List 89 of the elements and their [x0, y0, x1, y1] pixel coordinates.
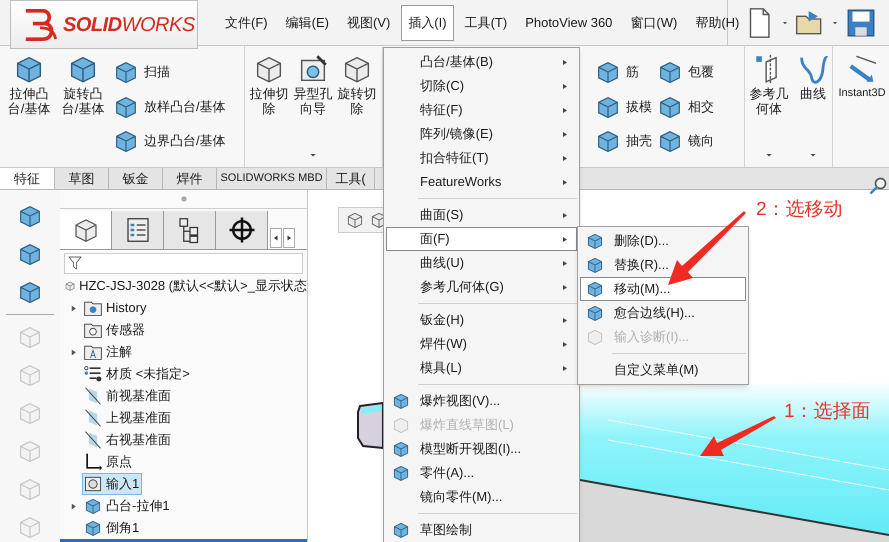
- tree-item[interactable]: 凸台-拉伸1: [82, 495, 173, 518]
- menu-item[interactable]: 移动(M)...: [580, 277, 746, 301]
- scroll-right-button[interactable]: [283, 228, 295, 248]
- menu-item[interactable]: 零件(A)...: [386, 461, 577, 485]
- ribbon-button[interactable]: 扫描: [112, 56, 226, 88]
- menu-item[interactable]: 曲面(S): [386, 203, 577, 227]
- ribbon-button[interactable]: 旋转切除: [337, 52, 377, 116]
- ribbon-button[interactable]: 参考几何体: [749, 52, 789, 116]
- tree-item[interactable]: 材质 <未指定>: [82, 363, 193, 386]
- menu-item[interactable]: 工具(T): [458, 4, 514, 40]
- tree-item[interactable]: 前视基准面: [82, 385, 174, 408]
- menu-item[interactable]: 自定义菜单(M): [580, 358, 746, 382]
- tree-item[interactable]: 输入1: [82, 473, 142, 496]
- ribbon-button[interactable]: 拉伸切除: [249, 52, 289, 116]
- ribbon-button[interactable]: 筋: [594, 56, 652, 88]
- menu-item[interactable]: 替换(R)...: [580, 253, 746, 277]
- magnifier-icon: [868, 176, 888, 196]
- ribbon-button[interactable]: Instant3D: [837, 52, 887, 101]
- block-icon: [83, 518, 103, 538]
- menu-item[interactable]: 帮助(H): [688, 4, 746, 40]
- menu-item[interactable]: 焊件(W): [386, 332, 577, 356]
- block-icon: [83, 496, 103, 516]
- tree-item[interactable]: 原点: [82, 451, 135, 474]
- ribbon-button[interactable]: 相交: [656, 90, 714, 122]
- menu-item[interactable]: 模型断开视图(I)...: [386, 437, 577, 461]
- tree-item[interactable]: History: [82, 297, 150, 320]
- right-triangle-icon: [286, 234, 292, 242]
- menu-item[interactable]: 草图绘制: [386, 518, 577, 542]
- expand-triangle-icon: [70, 304, 76, 313]
- plane-icon: [83, 430, 103, 450]
- panel-tab[interactable]: [216, 211, 268, 249]
- menu-item[interactable]: 愈合边线(H)...: [580, 301, 746, 325]
- menu-item[interactable]: 凸台/基体(B): [386, 50, 577, 74]
- filter-field[interactable]: [64, 252, 303, 274]
- tab[interactable]: 特征: [0, 168, 55, 189]
- scroll-left-button[interactable]: [270, 228, 282, 248]
- drag-handle-icon: [180, 195, 188, 204]
- menu-item[interactable]: 曲线(U): [386, 251, 577, 275]
- menu-item[interactable]: 切除(C): [386, 74, 577, 98]
- menu-item[interactable]: 扣合特征(T): [386, 146, 577, 170]
- annotation-text: 2：选移动: [756, 198, 843, 222]
- expand-triangle-icon: [70, 348, 76, 357]
- menu-item[interactable]: 文件(F): [218, 4, 275, 40]
- expand-triangle-icon: [70, 502, 76, 511]
- ribbon-button[interactable]: 曲线: [793, 52, 833, 101]
- part-icon: [345, 210, 365, 230]
- ribbon-button[interactable]: 边界凸台/基体: [112, 125, 226, 157]
- plane-icon: [83, 408, 103, 428]
- ribbon-button[interactable]: 拔模: [594, 90, 652, 122]
- menu-item[interactable]: 镜向零件(M)...: [386, 485, 577, 509]
- ribbon-button[interactable]: 包覆: [656, 56, 714, 88]
- tree-item[interactable]: 传感器: [82, 319, 148, 342]
- model-part-drawing: [357, 402, 384, 450]
- menu-item[interactable]: 特征(F): [386, 98, 577, 122]
- ribbon-button[interactable]: 放样凸台/基体: [112, 90, 226, 122]
- menu-item[interactable]: 删除(D)...: [580, 229, 746, 253]
- menu-item[interactable]: 编辑(E): [278, 4, 336, 40]
- menu-item[interactable]: 钣金(H): [386, 308, 577, 332]
- crosshair-icon: [226, 215, 256, 246]
- filter-icon: [67, 254, 83, 272]
- logo-icon: [23, 8, 57, 42]
- left-triangle-icon: [273, 234, 279, 242]
- ribbon-button[interactable]: 旋转凸台/基体: [58, 52, 108, 116]
- tree-root-label[interactable]: HZC-JSJ-3028 (默认<<默认>_显示状态: [79, 276, 307, 296]
- panel-tab[interactable]: [164, 211, 216, 249]
- ribbon-button[interactable]: 抽壳: [594, 125, 652, 157]
- ribbon-button[interactable]: 拉伸凸台/基体: [4, 52, 54, 116]
- menu-item[interactable]: 模具(L): [386, 356, 577, 380]
- menu-item[interactable]: 参考几何体(G): [386, 275, 577, 299]
- tree-item[interactable]: 注解: [82, 341, 135, 364]
- material-icon: [83, 364, 103, 384]
- tree-item[interactable]: 倒角1: [82, 517, 142, 540]
- plane-icon: [83, 386, 103, 406]
- annotation-text: 1：选择面: [784, 400, 871, 424]
- menu-item[interactable]: FeatureWorks: [386, 170, 577, 194]
- ribbon-button[interactable]: 异型孔向导: [293, 52, 333, 116]
- logo-text: SOLIDWORKS: [63, 12, 195, 38]
- tree-item[interactable]: 右视基准面: [82, 429, 174, 452]
- panel-tab[interactable]: [112, 211, 164, 249]
- menu-item[interactable]: PhotoView 360: [518, 4, 620, 40]
- tree-item[interactable]: 上视基准面: [82, 407, 174, 430]
- menu-item[interactable]: 面(F): [386, 227, 577, 251]
- menu-item[interactable]: 阵列/镜像(E): [386, 122, 577, 146]
- menu-item[interactable]: 爆炸视图(V)...: [386, 389, 577, 413]
- ribbon-button[interactable]: 镜向: [656, 125, 714, 157]
- menu-item[interactable]: 插入(I): [401, 4, 454, 40]
- menu-item[interactable]: 视图(V): [340, 4, 398, 40]
- menu-item[interactable]: 窗口(W): [623, 4, 684, 40]
- panel-tab[interactable]: [60, 211, 112, 249]
